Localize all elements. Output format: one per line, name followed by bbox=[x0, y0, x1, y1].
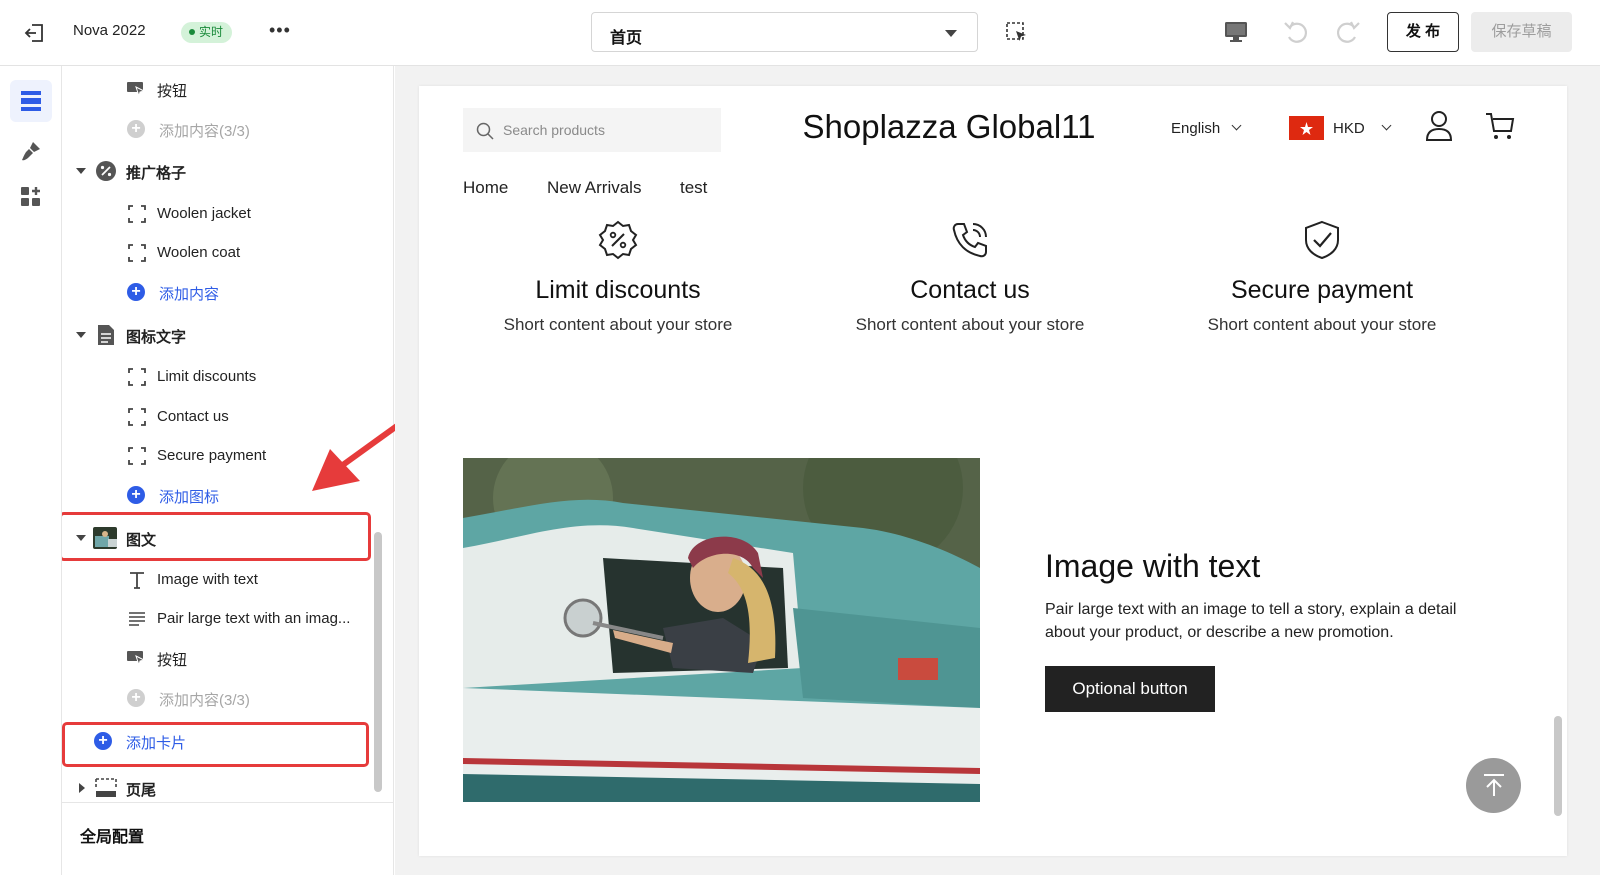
tree-block-woolen-coat[interactable]: Woolen coat bbox=[62, 235, 382, 271]
store-logo-text[interactable]: Shoplazza Global11 bbox=[799, 108, 1099, 146]
add-circle-icon: + bbox=[127, 486, 145, 504]
tree-section-icon-text[interactable]: 图标文字 bbox=[62, 317, 382, 353]
tree-block-button-2[interactable]: 按钮 bbox=[62, 640, 382, 676]
tree-block-button[interactable]: 按钮 bbox=[62, 71, 382, 107]
paragraph-icon bbox=[129, 612, 145, 626]
global-config-label: 全局配置 bbox=[80, 829, 145, 846]
arrow-up-icon bbox=[1484, 774, 1504, 796]
global-config-bar[interactable]: 全局配置 bbox=[62, 802, 393, 875]
collapse-arrow-icon[interactable] bbox=[76, 332, 86, 338]
tree-add-content[interactable]: + 添加内容 bbox=[62, 274, 382, 310]
chevron-down-icon bbox=[1231, 120, 1242, 131]
block-frame-icon bbox=[128, 408, 146, 426]
feature-text: Short content about your store bbox=[855, 315, 1085, 334]
image-with-text-photo bbox=[463, 458, 980, 802]
desktop-icon bbox=[1225, 22, 1247, 42]
theme-title: Nova 2022 bbox=[73, 22, 146, 39]
shield-check-icon bbox=[1305, 220, 1339, 260]
theme-brush-icon bbox=[22, 142, 40, 161]
tree-add-content-disabled-2[interactable]: + 添加内容(3/3) bbox=[62, 680, 382, 716]
top-bar: Nova 2022 实时 ••• 首页 发 布 保存草稿 bbox=[0, 0, 1600, 66]
more-options-button[interactable]: ••• bbox=[269, 20, 291, 41]
panel-scrollbar[interactable] bbox=[374, 532, 382, 792]
block-frame-icon bbox=[128, 244, 146, 262]
hk-flag-icon bbox=[1289, 116, 1324, 140]
apps-grid-icon bbox=[21, 187, 40, 206]
editor-nav-rail bbox=[0, 66, 62, 875]
cart-icon[interactable] bbox=[1484, 111, 1516, 141]
tree-block-woolen-jacket[interactable]: Woolen jacket bbox=[62, 196, 382, 232]
feature-secure-payment: Secure payment Short content about your … bbox=[1152, 220, 1492, 335]
feature-title: Contact us bbox=[910, 276, 1030, 304]
add-circle-icon: + bbox=[127, 689, 145, 707]
feature-title: Limit discounts bbox=[535, 276, 701, 304]
add-circle-icon: + bbox=[127, 283, 145, 301]
tree-block-pair-large-text[interactable]: Pair large text with an imag... bbox=[62, 601, 382, 637]
live-status-badge: 实时 bbox=[181, 22, 233, 43]
button-block-icon bbox=[127, 651, 146, 667]
tree-block-image-with-text[interactable]: Image with text bbox=[62, 562, 382, 598]
rail-theme-button[interactable] bbox=[10, 130, 52, 172]
discount-badge-icon bbox=[598, 220, 638, 260]
publish-button[interactable]: 发 布 bbox=[1387, 12, 1459, 52]
feature-limit-discounts: Limit discounts Short content about your… bbox=[448, 220, 788, 335]
image-with-text-heading: Image with text bbox=[1045, 548, 1261, 584]
undo-button[interactable] bbox=[1282, 18, 1310, 46]
block-frame-icon bbox=[128, 368, 146, 386]
tree-block-limit-discounts[interactable]: Limit discounts bbox=[62, 359, 382, 395]
highlight-box-image-text bbox=[62, 512, 371, 561]
tree-add-content-disabled[interactable]: + 添加内容(3/3) bbox=[62, 111, 382, 147]
exit-editor-button[interactable] bbox=[22, 20, 48, 46]
feature-title: Secure payment bbox=[1230, 276, 1414, 304]
nav-link-home[interactable]: Home bbox=[463, 178, 508, 198]
redo-icon bbox=[1336, 21, 1360, 43]
element-select-tool[interactable] bbox=[1004, 20, 1030, 46]
add-circle-icon: + bbox=[127, 120, 145, 138]
sections-icon bbox=[21, 91, 41, 111]
back-to-top-button[interactable] bbox=[1466, 758, 1521, 813]
rail-sections-button[interactable] bbox=[10, 80, 52, 122]
expand-arrow-icon[interactable] bbox=[79, 783, 85, 793]
highlight-box-add-card bbox=[62, 722, 369, 767]
feature-text: Short content about your store bbox=[1207, 315, 1437, 334]
preview-scrollbar[interactable] bbox=[1554, 716, 1562, 816]
image-with-text-body: Pair large text with an image to tell a … bbox=[1045, 601, 1457, 641]
select-cursor-icon bbox=[1006, 22, 1026, 41]
undo-icon bbox=[1284, 21, 1308, 43]
optional-button[interactable]: Optional button bbox=[1045, 666, 1215, 712]
tree-section-promo-grid[interactable]: 推广格子 bbox=[62, 153, 382, 189]
button-block-icon bbox=[127, 82, 146, 98]
footer-section-icon bbox=[95, 778, 117, 797]
tree-section-footer[interactable]: 页尾 bbox=[62, 770, 382, 806]
chevron-down-icon bbox=[1381, 120, 1392, 131]
nav-link-test[interactable]: test bbox=[680, 178, 707, 198]
exit-icon bbox=[24, 24, 43, 42]
block-frame-icon bbox=[128, 205, 146, 223]
collapse-arrow-icon[interactable] bbox=[76, 168, 86, 174]
account-icon[interactable] bbox=[1424, 110, 1454, 142]
feature-contact-us: Contact us Short content about your stor… bbox=[800, 220, 1140, 335]
nav-link-new-arrivals[interactable]: New Arrivals bbox=[547, 178, 641, 198]
rail-apps-button[interactable] bbox=[10, 176, 52, 218]
page-select[interactable]: 首页 bbox=[591, 12, 978, 52]
store-preview-canvas: Search products Shoplazza Global11 Engli… bbox=[419, 86, 1567, 856]
search-icon bbox=[476, 122, 494, 140]
percent-badge-icon bbox=[96, 161, 116, 181]
store-search-input[interactable]: Search products bbox=[463, 108, 721, 152]
text-type-icon bbox=[130, 572, 144, 589]
phone-ring-icon bbox=[952, 223, 987, 258]
currency-selector[interactable]: HKD bbox=[1333, 120, 1365, 137]
block-frame-icon bbox=[128, 447, 146, 465]
chevron-down-icon bbox=[945, 30, 957, 37]
page-select-value: 首页 bbox=[610, 30, 643, 47]
document-icon bbox=[98, 325, 114, 345]
live-dot-icon bbox=[189, 29, 195, 35]
save-draft-button[interactable]: 保存草稿 bbox=[1471, 12, 1572, 52]
desktop-view-button[interactable] bbox=[1222, 18, 1250, 46]
language-selector[interactable]: English bbox=[1171, 120, 1220, 137]
redo-button[interactable] bbox=[1334, 18, 1362, 46]
feature-text: Short content about your store bbox=[503, 315, 733, 334]
